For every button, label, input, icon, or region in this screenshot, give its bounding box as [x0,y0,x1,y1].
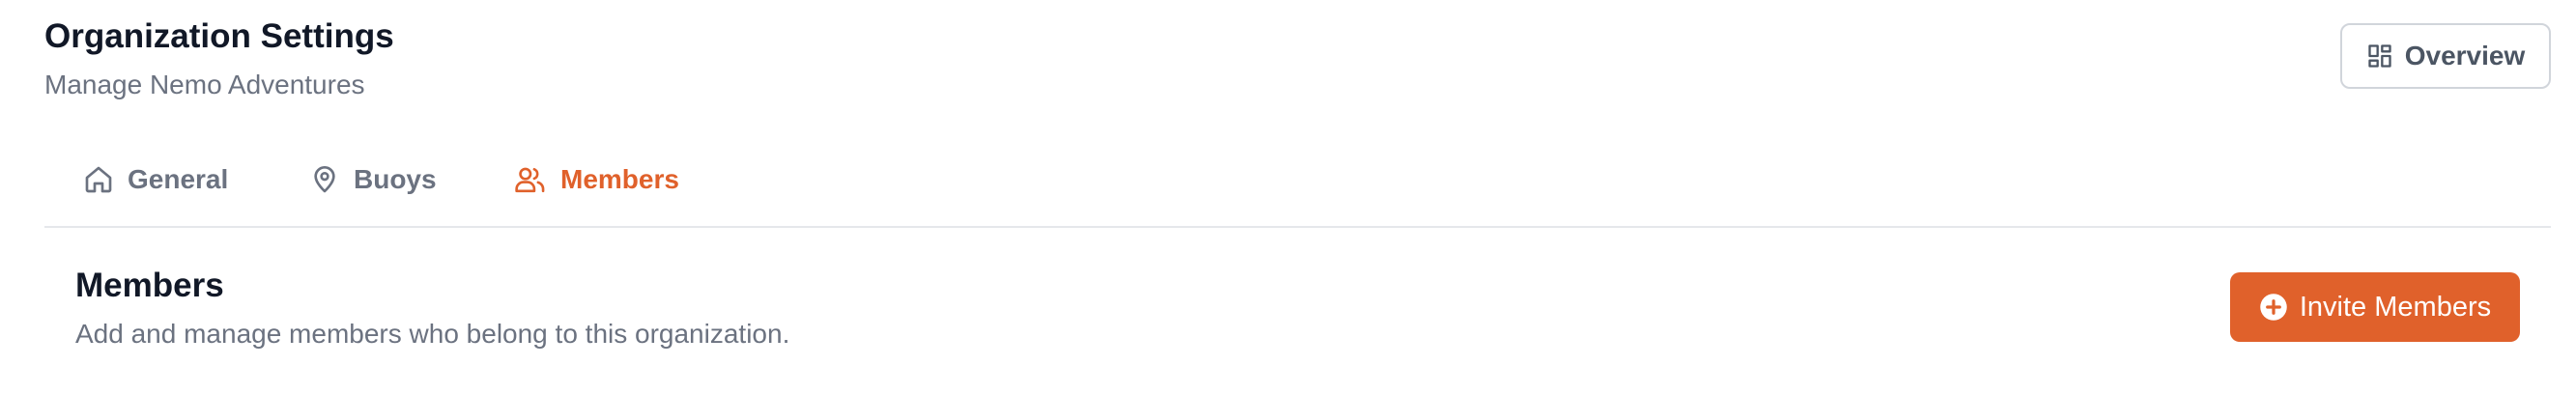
plus-circle-icon [2259,293,2288,322]
tab-general-label: General [128,164,229,194]
overview-button[interactable]: Overview [2340,23,2551,89]
home-icon [83,164,114,195]
page-title: Organization Settings [44,17,394,55]
dashboard-icon [2366,42,2393,70]
tab-members[interactable]: Members [514,158,679,201]
users-icon [514,164,547,195]
tab-members-label: Members [560,164,679,194]
tab-general[interactable]: General [83,158,228,201]
tab-buoys[interactable]: Buoys [309,158,437,201]
overview-button-label: Overview [2404,41,2526,70]
section-description: Add and manage members who belong to thi… [75,319,790,349]
tab-buoys-label: Buoys [354,164,437,194]
invite-members-button[interactable]: Invite Members [2230,272,2520,342]
section-title: Members [75,267,224,304]
settings-tabs: General Buoys Members [44,145,2551,228]
invite-members-label: Invite Members [2299,291,2492,323]
page-subtitle: Manage Nemo Adventures [44,70,365,99]
map-pin-icon [309,164,340,195]
